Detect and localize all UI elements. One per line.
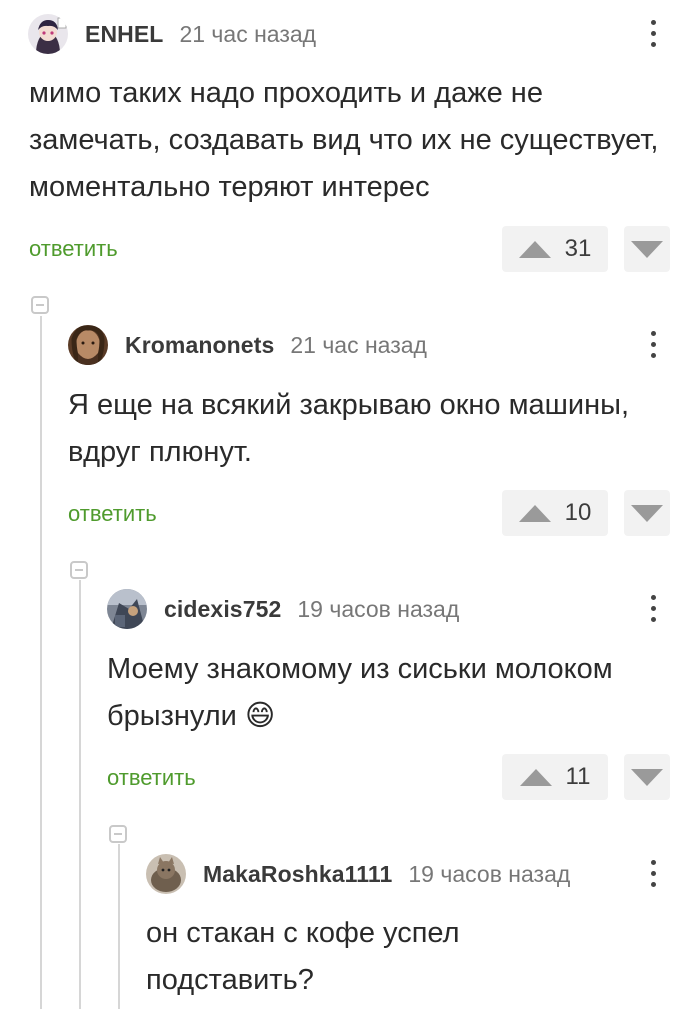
upvote-button[interactable]: 10 (502, 490, 608, 536)
thread-line-1 (40, 316, 42, 1009)
collapse-thread-button[interactable] (109, 825, 127, 843)
comment-header: ENHEL 21 час назад (28, 14, 316, 54)
downvote-button[interactable] (624, 490, 670, 536)
arrow-down-icon (631, 504, 663, 522)
arrow-down-icon (631, 240, 663, 258)
collapse-thread-button[interactable] (31, 296, 49, 314)
author-name[interactable]: MakaRoshka1111 (203, 861, 392, 888)
avatar[interactable] (68, 325, 108, 365)
comment-header: MakaRoshka1111 19 часов назад (146, 854, 570, 894)
comment-time: 19 часов назад (408, 860, 571, 887)
reply-button[interactable]: ответить (68, 501, 157, 527)
arrow-up-icon (519, 768, 552, 786)
downvote-button[interactable] (624, 754, 670, 800)
comment-text-body: Моему знакомому из сиськи молоком брызну… (107, 653, 613, 732)
downvote-button[interactable] (624, 226, 670, 272)
avatar[interactable] (107, 589, 147, 629)
vote-count: 11 (565, 763, 591, 790)
avatar[interactable] (28, 14, 68, 54)
arrow-up-icon (518, 240, 551, 258)
more-options-icon[interactable] (648, 331, 658, 358)
upvote-button[interactable]: 31 (502, 226, 608, 272)
thread-line-2 (79, 580, 81, 1009)
comment-time: 19 часов назад (297, 595, 460, 622)
comment-text: Я еще на всякий закрываю окно машины, вд… (68, 389, 630, 468)
comment-time: 21 час назад (179, 20, 317, 47)
reply-button[interactable]: ответить (29, 236, 118, 262)
comment-text: он стакан с кофе успел подставить? (146, 917, 460, 996)
comment-text: Моему знакомому из сиськи молоком брызну… (107, 646, 687, 740)
arrow-down-icon (631, 768, 663, 786)
author-name[interactable]: cidexis752 (164, 596, 281, 623)
collapse-thread-button[interactable] (70, 561, 88, 579)
grinning-face-icon: 😄 (244, 700, 276, 732)
comment-text: мимо таких надо проходить и даже не заме… (29, 77, 659, 203)
arrow-up-icon (518, 504, 551, 522)
comment-header: cidexis752 19 часов назад (107, 589, 459, 629)
author-name[interactable]: Kromanonets (125, 332, 274, 359)
author-name[interactable]: ENHEL (85, 21, 163, 48)
reply-button[interactable]: ответить (107, 765, 196, 791)
more-options-icon[interactable] (648, 20, 658, 47)
vote-count: 31 (564, 235, 592, 262)
avatar[interactable] (146, 854, 186, 894)
thread-line-3 (118, 844, 120, 1009)
vote-count: 10 (564, 499, 592, 526)
more-options-icon[interactable] (648, 595, 658, 622)
upvote-button[interactable]: 11 (502, 754, 608, 800)
comment-time: 21 час назад (290, 331, 427, 358)
comment-header: Kromanonets 21 час назад (68, 325, 427, 365)
more-options-icon[interactable] (648, 860, 658, 887)
